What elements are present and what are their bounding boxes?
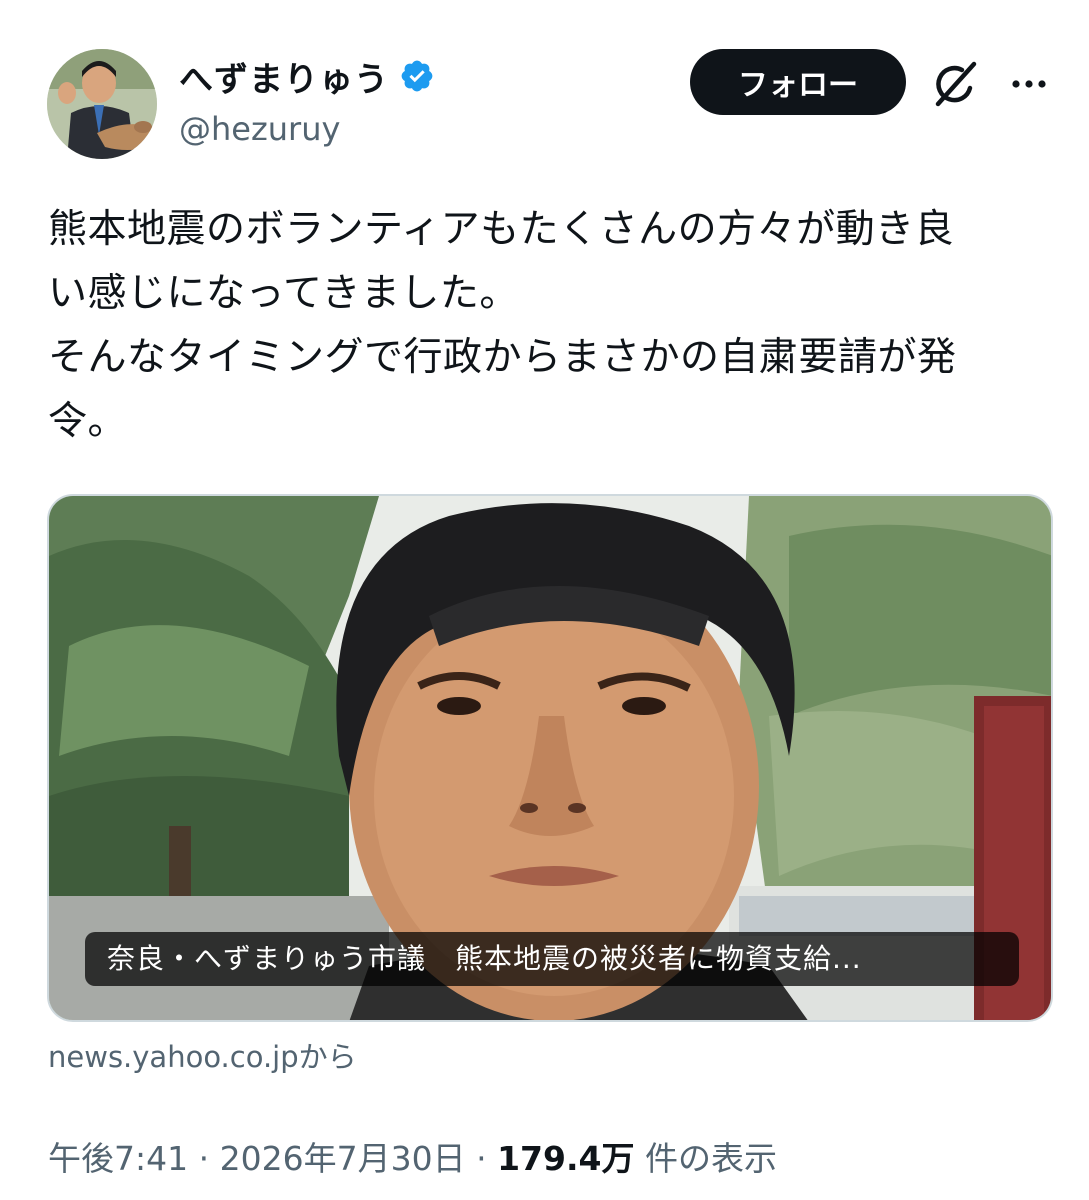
author-name-row[interactable]: へずまりゅう bbox=[179, 50, 435, 102]
author-avatar[interactable] bbox=[47, 49, 157, 159]
tweet-time[interactable]: 午後7:41 bbox=[48, 1139, 188, 1178]
meta-separator: · bbox=[188, 1139, 220, 1178]
tweet-text: 熊本地震のボランティアもたくさんの方々が動き良 い感じになってきました。 そんな… bbox=[48, 207, 957, 444]
grok-icon[interactable] bbox=[930, 58, 982, 110]
views-label: 件の表示 bbox=[634, 1139, 777, 1178]
tweet-date[interactable]: 2026年7月30日 bbox=[220, 1139, 466, 1178]
link-card-title: 奈良・へずまりゅう市議 熊本地震の被災者に物資支給... bbox=[85, 932, 1019, 986]
more-icon[interactable] bbox=[1005, 60, 1053, 108]
avatar-image bbox=[47, 49, 157, 159]
link-card[interactable]: 奈良・へずまりゅう市議 熊本地震の被災者に物資支給... bbox=[47, 494, 1053, 1022]
views-count: 179.4万 bbox=[497, 1139, 635, 1178]
link-source[interactable]: news.yahoo.co.jpから bbox=[48, 1034, 357, 1076]
author-display-name[interactable]: へずまりゅう bbox=[179, 52, 389, 101]
meta-separator: · bbox=[465, 1139, 498, 1178]
tweet-meta: 午後7:41 · 2026年7月30日 · 179.4万 件の表示 bbox=[48, 1132, 777, 1180]
verified-badge-icon bbox=[401, 60, 433, 92]
follow-button[interactable]: フォロー bbox=[690, 49, 906, 115]
author-handle[interactable]: @hezuruy bbox=[179, 110, 340, 148]
